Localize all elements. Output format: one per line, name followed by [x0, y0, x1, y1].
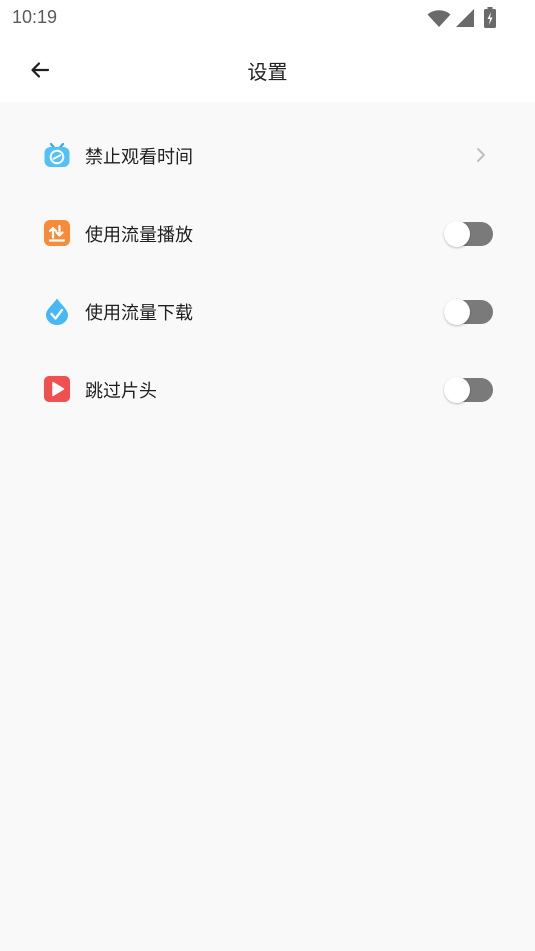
toggle-thumb	[444, 377, 470, 403]
setting-label: 禁止观看时间	[85, 147, 193, 168]
page-title: 设置	[247, 60, 288, 84]
setting-play-with-data[interactable]: 使用流量播放	[0, 194, 535, 272]
wifi-icon	[427, 10, 451, 27]
play-skip-icon	[44, 376, 70, 402]
battery-charging-icon	[484, 7, 496, 28]
setting-label: 使用流量播放	[85, 225, 193, 246]
water-drop-download-icon	[46, 298, 68, 325]
setting-label: 使用流量下载	[85, 303, 193, 324]
settings-list: 禁止观看时间 使用流量播放 使用流量下载 跳过片头	[0, 116, 535, 428]
play-with-data-toggle[interactable]	[444, 221, 493, 247]
setting-label: 跳过片头	[85, 381, 157, 402]
setting-skip-intro[interactable]: 跳过片头	[0, 350, 535, 428]
toggle-thumb	[444, 221, 470, 247]
status-time: 10:19	[12, 7, 58, 27]
app-bar: 设置	[0, 38, 535, 102]
tv-clock-icon	[44, 142, 70, 167]
toggle-thumb	[444, 299, 470, 325]
data-play-icon	[44, 220, 70, 246]
download-with-data-toggle[interactable]	[444, 299, 493, 325]
setting-forbidden-watch-time[interactable]: 禁止观看时间	[0, 116, 535, 194]
skip-intro-toggle[interactable]	[444, 377, 493, 403]
chevron-right-icon	[477, 148, 485, 162]
status-bar: 10:19	[0, 0, 535, 38]
cell-signal-icon	[456, 9, 474, 27]
setting-download-with-data[interactable]: 使用流量下载	[0, 272, 535, 350]
